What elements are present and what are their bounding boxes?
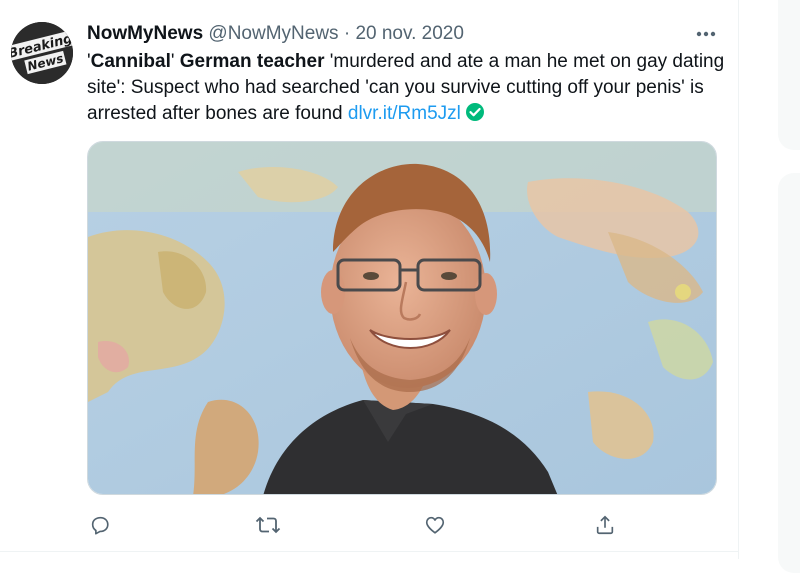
tweet-text-bold-german-teacher: German teacher xyxy=(179,51,325,72)
tweet-media-image[interactable] xyxy=(87,141,717,495)
retweet-icon[interactable] xyxy=(255,512,281,538)
header-separator: · xyxy=(343,23,351,44)
avatar[interactable]: Breaking News xyxy=(11,22,73,84)
tweet-actions xyxy=(87,512,627,538)
author-name[interactable]: NowMyNews xyxy=(87,23,203,44)
tweet-text-quote: ' xyxy=(170,51,180,72)
share-icon[interactable] xyxy=(592,512,618,538)
tweet-text: 'Cannibal' German teacher 'murdered and … xyxy=(87,49,727,130)
reply-icon[interactable] xyxy=(87,512,113,538)
author-handle[interactable]: @NowMyNews xyxy=(208,23,338,44)
timeline-column: Breaking News NowMyNews @NowMyNews · 20 … xyxy=(0,0,739,559)
photo-man-world-map xyxy=(88,142,716,494)
sidebar-card-top xyxy=(778,0,800,150)
more-options-icon[interactable] xyxy=(694,24,718,44)
tweet-divider xyxy=(0,551,739,552)
tweet-header: NowMyNews @NowMyNews · 20 nov. 2020 xyxy=(87,22,464,46)
verified-check-icon xyxy=(465,102,485,130)
breaking-news-logo: Breaking News xyxy=(11,22,73,84)
sidebar-card-bottom xyxy=(778,173,800,573)
tweet-text-bold-cannibal: Cannibal xyxy=(90,51,171,72)
tweet-link[interactable]: dlvr.it/Rm5Jzl xyxy=(348,103,461,124)
like-icon[interactable] xyxy=(422,512,448,538)
tweet-date[interactable]: 20 nov. 2020 xyxy=(355,23,463,44)
